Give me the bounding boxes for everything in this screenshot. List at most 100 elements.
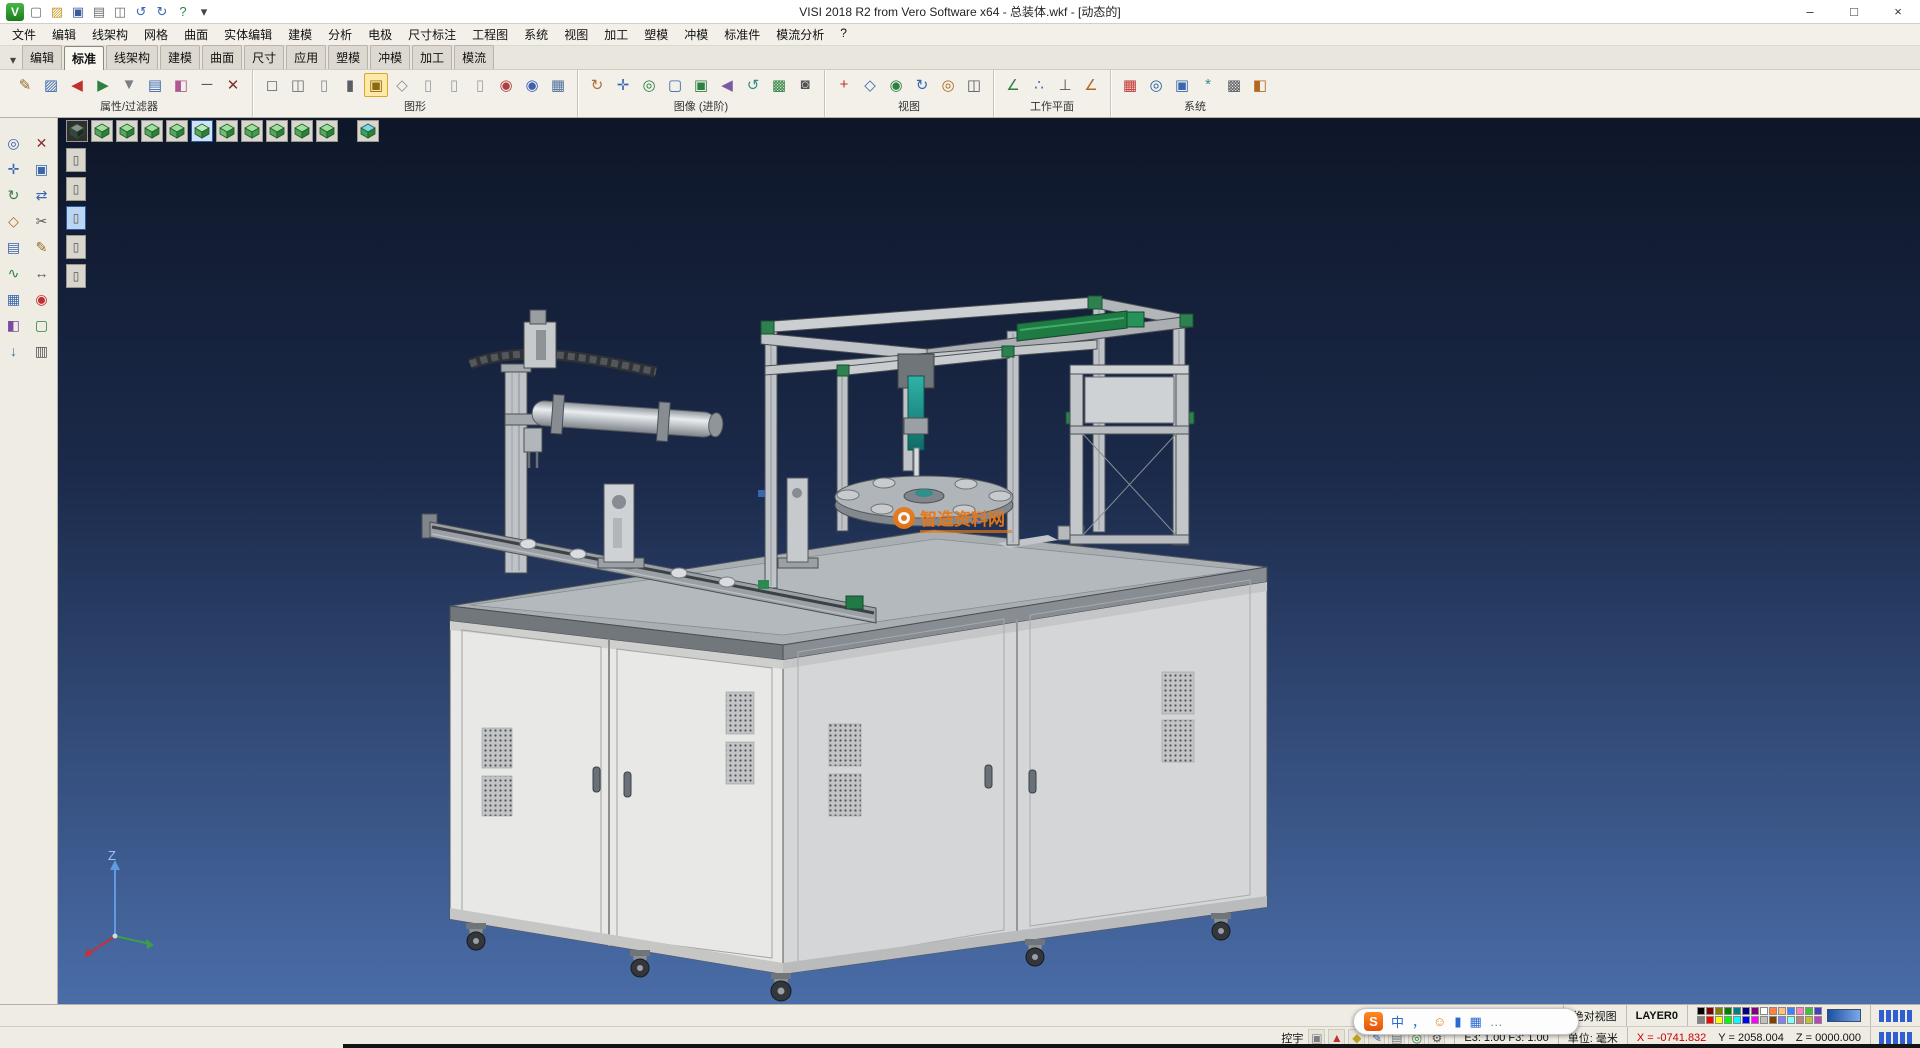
view-iso-icon[interactable]: ◇	[858, 73, 882, 97]
ribbon-tab[interactable]: 标准	[64, 46, 104, 70]
palette-icon[interactable]: ◧	[3, 314, 25, 336]
menu-item[interactable]: 尺寸标注	[400, 24, 464, 45]
menu-item[interactable]: 系统	[516, 24, 556, 45]
workplane-3points-icon[interactable]: ∴	[1027, 73, 1051, 97]
ribbon-tab[interactable]: 塑模	[328, 45, 368, 69]
filter-clear-icon[interactable]: ✕	[221, 73, 245, 97]
export-icon[interactable]: ↓	[3, 340, 25, 362]
palette-swatch[interactable]	[1742, 1016, 1750, 1024]
viewport-canvas[interactable]: 智造资料网 Z	[58, 118, 1920, 1004]
star-settings-icon[interactable]: *	[1196, 73, 1220, 97]
screen-grid-icon[interactable]: ▦	[546, 73, 570, 97]
palette-swatch[interactable]	[1787, 1016, 1795, 1024]
layer-panel[interactable]: LAYER0	[1626, 1005, 1687, 1026]
ribbon-tab[interactable]: 应用	[286, 45, 326, 69]
menu-item[interactable]: 曲面	[176, 24, 216, 45]
ime-toolbar[interactable]: S 中，☺▮▦…	[1353, 1008, 1579, 1035]
ribbon-tab[interactable]: 加工	[412, 45, 452, 69]
view-target-icon[interactable]: ◎	[936, 73, 960, 97]
toolbox-icon[interactable]: …	[1490, 1014, 1503, 1029]
curve-icon[interactable]: ∿	[3, 262, 25, 284]
print-icon[interactable]: ▤	[90, 3, 108, 21]
cube-iso-nw-icon[interactable]	[166, 120, 188, 142]
cube-shaded-icon[interactable]	[357, 120, 379, 142]
maximize-button[interactable]: □	[1832, 0, 1876, 23]
menu-item[interactable]: 标准件	[716, 24, 768, 45]
menu-item[interactable]: 线架构	[84, 24, 136, 45]
scale-icon[interactable]: ◇	[3, 210, 25, 232]
hidden-line-icon[interactable]: ◫	[286, 73, 310, 97]
ribbon-tab[interactable]: 模流	[454, 45, 494, 69]
menu-item[interactable]: 文件	[4, 24, 44, 45]
palette-swatch[interactable]	[1733, 1007, 1741, 1015]
undo-icon[interactable]: ↺	[132, 3, 150, 21]
zoom-window-icon[interactable]: ▢	[663, 73, 687, 97]
image-quality-icon[interactable]: ▩	[767, 73, 791, 97]
palette-swatch[interactable]	[1733, 1016, 1741, 1024]
palette-swatch[interactable]	[1805, 1007, 1813, 1015]
viewport-filter-5-button[interactable]: ▯	[66, 264, 86, 288]
ribbon-tab[interactable]: 冲模	[370, 45, 410, 69]
viewport-filter-2-button[interactable]: ▯	[66, 177, 86, 201]
cube-top-icon[interactable]	[191, 120, 213, 142]
ribbon-tab[interactable]: 线架构	[106, 45, 158, 69]
menu-item[interactable]: 建模	[280, 24, 320, 45]
dimension-icon[interactable]: ↔	[31, 262, 53, 284]
palette-swatch[interactable]	[1697, 1007, 1705, 1015]
matrix-icon[interactable]: ▩	[1222, 73, 1246, 97]
translate-icon[interactable]: ✛	[3, 158, 25, 180]
help-icon[interactable]: ?	[174, 3, 192, 21]
rotate-icon[interactable]: ↻	[3, 184, 25, 206]
delete-icon[interactable]: ✕	[31, 132, 53, 154]
palette-swatch[interactable]	[1796, 1016, 1804, 1024]
save-icon[interactable]: ▣	[69, 3, 87, 21]
menu-item[interactable]: 电极	[360, 24, 400, 45]
minimize-button[interactable]: –	[1788, 0, 1832, 23]
grid-icon[interactable]: ▦	[3, 288, 25, 310]
palette-swatch[interactable]	[1760, 1007, 1768, 1015]
plane-icon[interactable]: ▢	[31, 314, 53, 336]
sogou-logo-icon[interactable]: S	[1364, 1012, 1383, 1031]
smooth-shading-icon[interactable]: ▮	[338, 73, 362, 97]
duplicate-icon[interactable]: ▣	[31, 158, 53, 180]
palette-swatch[interactable]	[1724, 1007, 1732, 1015]
transparency-icon[interactable]: ◇	[390, 73, 414, 97]
mirror-icon[interactable]: ⇄	[31, 184, 53, 206]
print-small-icon[interactable]: ▥	[31, 340, 53, 362]
palette-swatch[interactable]	[1787, 1007, 1795, 1015]
palette-swatch[interactable]	[1724, 1016, 1732, 1024]
view-list-icon[interactable]	[66, 120, 88, 142]
filter-line-icon[interactable]: ─	[195, 73, 219, 97]
active-color-box[interactable]	[1827, 1009, 1861, 1022]
menu-item[interactable]: 工程图	[464, 24, 516, 45]
workplane-xy-icon[interactable]: ∠	[1001, 73, 1025, 97]
preview-icon[interactable]: ◫	[111, 3, 129, 21]
palette-swatch[interactable]	[1751, 1016, 1759, 1024]
palette-swatch[interactable]	[1814, 1016, 1822, 1024]
menu-item[interactable]: 实体编辑	[216, 24, 280, 45]
flat-shading-icon[interactable]: ▯	[312, 73, 336, 97]
cube-left-icon[interactable]	[291, 120, 313, 142]
material-blue-icon[interactable]: ◉	[520, 73, 544, 97]
new-file-icon[interactable]: ▢	[27, 3, 45, 21]
taskbar-sliver[interactable]	[343, 1044, 1920, 1048]
attribute-pencil-icon[interactable]: ✎	[13, 73, 37, 97]
trim-icon[interactable]: ✂	[31, 210, 53, 232]
keyboard-icon[interactable]: ▦	[1469, 1014, 1481, 1030]
machine-model[interactable]	[422, 296, 1267, 1001]
cube-iso-sw-icon[interactable]	[91, 120, 113, 142]
menu-item[interactable]: 视图	[556, 24, 596, 45]
cube-render-icon[interactable]: ◧	[1248, 73, 1272, 97]
snap-icon[interactable]: ◉	[31, 288, 53, 310]
cylinder-view-2-icon[interactable]: ▯	[442, 73, 466, 97]
palette-swatch[interactable]	[1751, 1007, 1759, 1015]
filter-back-icon[interactable]: ◀	[65, 73, 89, 97]
color-table-icon[interactable]: ▦	[1118, 73, 1142, 97]
viewport-filter-4-button[interactable]: ▯	[66, 235, 86, 259]
palette-swatch[interactable]	[1796, 1007, 1804, 1015]
customize-dropdown-icon[interactable]: ▾	[195, 3, 213, 21]
filter-funnel-icon[interactable]: ▼	[117, 73, 141, 97]
redo-icon[interactable]: ↻	[153, 3, 171, 21]
menu-item[interactable]: 模流分析	[768, 24, 832, 45]
menu-item[interactable]: 塑模	[636, 24, 676, 45]
